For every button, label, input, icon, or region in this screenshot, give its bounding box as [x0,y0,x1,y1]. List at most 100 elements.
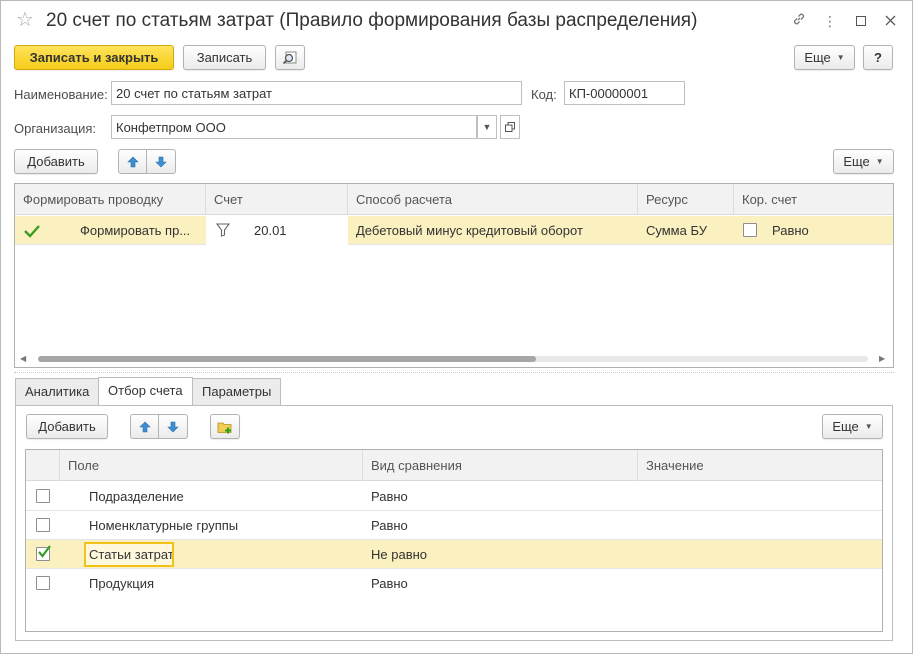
maximize-icon[interactable] [852,12,870,30]
table-row[interactable]: Формировать пр... 20.01 Дебетовый минус … [15,216,893,245]
open-window-icon [505,122,515,132]
more-button[interactable]: Еще ▼ [794,45,855,70]
save-and-close-label: Записать и закрыть [29,50,159,65]
more-label: Еще [804,50,831,65]
scroll-left-icon[interactable]: ◀ [20,354,26,363]
window-title: 20 счет по статьям затрат (Правило форми… [46,10,698,31]
tab-parameters[interactable]: Параметры [192,378,282,405]
move-down-button[interactable] [147,149,176,174]
filter-add-label: Добавить [38,419,96,434]
filter-move-buttons [130,414,188,439]
column-header-comparison[interactable]: Вид сравнения [363,450,638,481]
filter-move-down-button[interactable] [159,414,188,439]
move-up-button[interactable] [118,149,147,174]
row-checkbox-checked[interactable] [36,545,51,561]
column-header-method[interactable]: Способ расчета [348,184,638,215]
name-field[interactable]: 20 счет по статьям затрат [111,81,522,105]
column-header-value[interactable]: Значение [638,450,882,481]
arrow-up-icon [126,156,139,167]
horizontal-scrollbar[interactable] [38,356,868,362]
rules-table-header: Формировать проводку Счет Способ расчета… [15,184,893,215]
corr-account-cell[interactable]: Равно [772,216,872,245]
search-button[interactable] [275,45,305,70]
arrow-up-icon [138,421,151,432]
field-cell[interactable]: Продукция [89,569,359,598]
account-cell[interactable]: 20.01 [254,216,344,245]
organization-dropdown-button[interactable]: ▼ [477,115,497,139]
scrollbar-thumb[interactable] [38,356,536,362]
tab-account-filter[interactable]: Отбор счета [98,377,193,405]
arrow-down-icon [167,421,179,432]
rules-add-button[interactable]: Добавить [14,149,98,174]
add-group-button[interactable] [210,414,240,439]
tab-analytics[interactable]: Аналитика [15,378,100,405]
tab-panel-account-filter: Добавить Еще ▼ Поле Вид сравнения Значени… [15,405,893,641]
value-cell[interactable] [646,482,876,511]
table-row[interactable]: Статьи затрат Не равно [26,540,882,569]
value-cell[interactable] [646,569,876,598]
splitter[interactable] [14,372,894,373]
value-cell[interactable] [646,540,876,569]
corr-account-checkbox[interactable] [743,223,757,237]
filter-add-button[interactable]: Добавить [26,414,108,439]
save-button[interactable]: Записать [183,45,266,70]
link-icon[interactable] [790,12,808,30]
more-vertical-icon[interactable]: ⋮ [821,12,839,30]
column-header-field[interactable]: Поле [60,450,363,481]
dropdown-caret-icon: ▼ [482,122,492,132]
rules-table[interactable]: Формировать проводку Счет Способ расчета… [14,183,894,368]
filter-table[interactable]: Поле Вид сравнения Значение Подразделени… [25,449,883,632]
rules-more-label: Еще [843,154,870,169]
filter-more-label: Еще [832,419,859,434]
field-cell[interactable]: Номенклатурные группы [89,511,359,540]
scroll-right-icon[interactable]: ▶ [879,354,885,363]
column-header-account[interactable]: Счет [206,184,348,215]
folder-add-icon [217,422,232,433]
comparison-cell[interactable]: Равно [371,482,631,511]
code-field[interactable]: КП-00000001 [564,81,685,105]
check-icon [24,216,44,245]
title-bar: ☆ 20 счет по статьям затрат (Правило фор… [1,1,912,41]
rules-add-label: Добавить [27,154,85,169]
save-and-close-button[interactable]: Записать и закрыть [14,45,174,70]
organization-label: Организация: [14,121,97,136]
filter-move-up-button[interactable] [130,414,159,439]
search-icon [282,51,297,64]
organization-open-button[interactable] [500,115,520,139]
table-row[interactable]: Номенклатурные группы Равно [26,511,882,540]
dropdown-caret-icon: ▼ [836,53,845,62]
row-checkbox[interactable] [36,518,50,532]
name-label: Наименование: [14,87,108,102]
close-icon[interactable] [881,12,899,30]
comparison-cell[interactable]: Равно [371,569,631,598]
check-icon [38,545,51,558]
form-window: ☆ 20 счет по статьям затрат (Правило фор… [0,0,913,654]
filter-more-button[interactable]: Еще ▼ [822,414,883,439]
row-checkbox[interactable] [36,576,50,590]
form-posting-cell[interactable]: Формировать пр... [80,216,200,245]
favorite-star-icon[interactable]: ☆ [16,10,34,30]
value-cell[interactable] [646,511,876,540]
column-header-form-posting[interactable]: Формировать проводку [15,184,206,215]
filter-table-header: Поле Вид сравнения Значение [26,450,882,481]
filter-icon[interactable] [216,216,236,245]
column-header-check [26,450,60,481]
field-cell[interactable]: Подразделение [89,482,359,511]
table-row[interactable]: Подразделение Равно [26,482,882,511]
method-cell[interactable]: Дебетовый минус кредитовый оборот [356,216,636,245]
dropdown-caret-icon: ▼ [864,422,873,431]
comparison-cell[interactable]: Равно [371,511,631,540]
organization-field[interactable]: Конфетпром ООО [111,115,477,139]
help-label: ? [874,50,882,65]
row-checkbox[interactable] [36,489,50,503]
table-row[interactable]: Продукция Равно [26,569,882,598]
column-header-resource[interactable]: Ресурс [638,184,734,215]
resource-cell[interactable]: Сумма БУ [646,216,732,245]
column-header-corr-account[interactable]: Кор. счет [734,184,893,215]
help-button[interactable]: ? [863,45,893,70]
rules-more-button[interactable]: Еще ▼ [833,149,894,174]
field-cell[interactable]: Статьи затрат [84,542,174,567]
dropdown-caret-icon: ▼ [875,157,884,166]
save-label: Записать [196,50,253,65]
comparison-cell[interactable]: Не равно [371,540,631,569]
